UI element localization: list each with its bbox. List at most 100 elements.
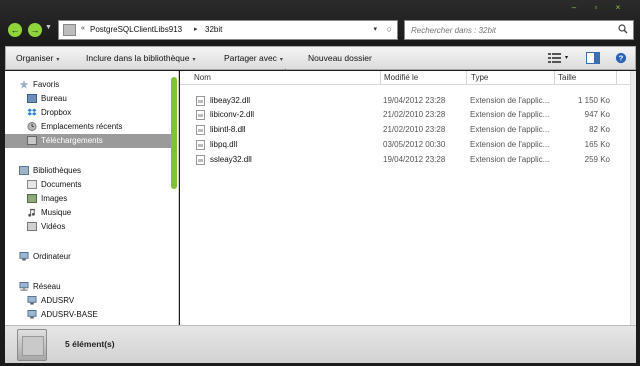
sidebar-item-label: ADUSRV-BASE [41, 310, 98, 319]
search-icon[interactable] [618, 24, 628, 34]
dll-file-icon [196, 155, 205, 165]
forward-button[interactable]: → [28, 23, 42, 37]
sidebar-item-downloads[interactable]: Téléchargements [5, 134, 171, 148]
chevron-down-icon: ▾ [56, 57, 60, 63]
column-divider[interactable] [616, 71, 617, 85]
dll-file-icon [196, 110, 205, 120]
folder-thumbnail-icon [17, 329, 47, 361]
dll-file-icon [196, 125, 205, 135]
back-button[interactable]: ← [8, 23, 22, 37]
details-pane: 5 élément(s) [5, 325, 636, 363]
chevron-down-icon: ▾ [192, 57, 196, 63]
file-name: libeay32.dll [210, 96, 251, 105]
sidebar-item-documents[interactable]: Documents [5, 178, 171, 192]
sidebar-item-favorites[interactable]: Favoris [5, 78, 171, 92]
sidebar-item-adusrv[interactable]: ADUSRV [5, 294, 171, 308]
svg-text:?: ? [619, 54, 624, 63]
sidebar-item-music[interactable]: Musique [5, 206, 171, 220]
search-box[interactable] [404, 20, 634, 40]
sidebar-heading-network: Réseau [33, 282, 61, 291]
share-with-button[interactable]: Partager avec ▾ [224, 53, 283, 63]
view-options-dropdown[interactable]: ▾ [565, 54, 568, 61]
file-size: 82 Ko [589, 125, 610, 134]
address-bar[interactable]: « PostgreSQLClientLibs913 ▸ 32bit ▾ ○ [58, 20, 398, 40]
breadcrumb-segment-parent[interactable]: PostgreSQLClientLibs913 [90, 25, 182, 34]
include-label: Inclure dans la bibliothèque [86, 53, 190, 63]
file-row[interactable]: libeay32.dll 19/04/2012 23:28 Extension … [180, 94, 618, 108]
file-modified: 21/02/2010 23:28 [383, 110, 446, 119]
file-type: Extension de l'applic... [470, 125, 550, 134]
organize-button[interactable]: Organiser ▾ [16, 53, 59, 63]
sidebar-item-recent-places[interactable]: Emplacements récents [5, 120, 171, 134]
column-header-name[interactable]: Nom [194, 73, 211, 82]
new-folder-button[interactable]: Nouveau dossier [308, 53, 372, 63]
maximize-button[interactable]: ▫ [588, 3, 604, 13]
sidebar-item-network[interactable]: Réseau [5, 280, 171, 294]
recent-places-icon [27, 122, 37, 131]
file-list-scrollbar[interactable] [630, 71, 636, 325]
column-header-size[interactable]: Taille [558, 73, 576, 82]
sort-indicator-icon: ^ [284, 69, 287, 75]
documents-icon [27, 180, 37, 189]
file-size: 1 150 Ko [577, 96, 610, 105]
column-divider[interactable] [466, 71, 467, 85]
file-row[interactable]: libintl-8.dll 21/02/2010 23:28 Extension… [180, 123, 618, 137]
address-dropdown-icon[interactable]: ▾ [373, 25, 377, 33]
file-list: ^ Nom Modifié le Type Taille libeay32.dl… [180, 69, 636, 325]
column-divider[interactable] [554, 71, 555, 85]
sidebar-item-videos[interactable]: Vidéos [5, 220, 171, 234]
sidebar-item-label: Bureau [41, 94, 67, 103]
file-name: ssleay32.dll [210, 155, 252, 164]
sidebar-item-label: ADUSRV [41, 296, 75, 305]
sidebar-item-images[interactable]: Images [5, 192, 171, 206]
sidebar-item-libraries[interactable]: Bibliothèques [5, 164, 171, 178]
view-options-icon[interactable] [548, 52, 562, 64]
include-in-library-button[interactable]: Inclure dans la bibliothèque ▾ [86, 53, 196, 63]
dll-file-icon [196, 96, 205, 106]
sidebar-heading-libraries: Bibliothèques [33, 166, 82, 175]
file-row[interactable]: libiconv-2.dll 21/02/2010 23:28 Extensio… [180, 108, 618, 122]
minimize-button[interactable]: – [566, 3, 582, 13]
sidebar-item-computer[interactable]: Ordinateur [5, 250, 171, 264]
close-button[interactable]: × [610, 3, 626, 13]
sidebar-scrollbar[interactable] [171, 77, 177, 189]
network-computer-icon [27, 296, 37, 305]
dropbox-icon [27, 108, 37, 116]
breadcrumb-overflow[interactable]: « [81, 25, 85, 32]
file-modified: 19/04/2012 23:28 [383, 155, 446, 164]
recent-pages-dropdown[interactable]: ▼ [45, 24, 52, 31]
file-name: libintl-8.dll [210, 125, 246, 134]
sidebar-item-label: Dropbox [41, 108, 72, 117]
refresh-icon[interactable]: ○ [387, 24, 392, 34]
file-type: Extension de l'applic... [470, 96, 550, 105]
file-size: 947 Ko [584, 110, 610, 119]
computer-icon [19, 252, 29, 261]
chevron-down-icon: ▾ [279, 57, 283, 63]
file-row[interactable]: ssleay32.dll 19/04/2012 23:28 Extension … [180, 153, 618, 167]
network-icon [19, 282, 29, 291]
file-modified: 19/04/2012 23:28 [383, 96, 446, 105]
sidebar-item-dropbox[interactable]: Dropbox [5, 106, 171, 120]
sidebar-item-bureau[interactable]: Bureau [5, 92, 171, 106]
column-header-modified[interactable]: Modifié le [384, 73, 418, 82]
item-count: 5 élément(s) [65, 339, 115, 349]
downloads-folder-icon [27, 136, 37, 145]
breadcrumb-segment-current[interactable]: 32bit [205, 25, 222, 34]
column-header-type[interactable]: Type [471, 73, 488, 82]
column-divider[interactable] [380, 71, 381, 85]
breadcrumb-separator[interactable]: ▸ [194, 25, 198, 33]
sidebar-item-label: Emplacements récents [41, 122, 123, 131]
file-size: 259 Ko [584, 155, 610, 164]
preview-pane-icon[interactable] [586, 52, 600, 64]
search-input[interactable] [405, 21, 605, 39]
network-computer-icon [27, 310, 37, 319]
file-type: Extension de l'applic... [470, 140, 550, 149]
file-type: Extension de l'applic... [470, 155, 550, 164]
sidebar-item-adusrv-base[interactable]: ADUSRV-BASE [5, 308, 171, 322]
sidebar-item-label: Documents [41, 180, 82, 189]
sidebar-heading-computer: Ordinateur [33, 252, 71, 261]
help-icon[interactable]: ? [614, 52, 628, 64]
file-row[interactable]: libpq.dll 03/05/2012 00:30 Extension de … [180, 138, 618, 152]
sidebar-heading-favorites: Favoris [33, 80, 60, 89]
file-type: Extension de l'applic... [470, 110, 550, 119]
